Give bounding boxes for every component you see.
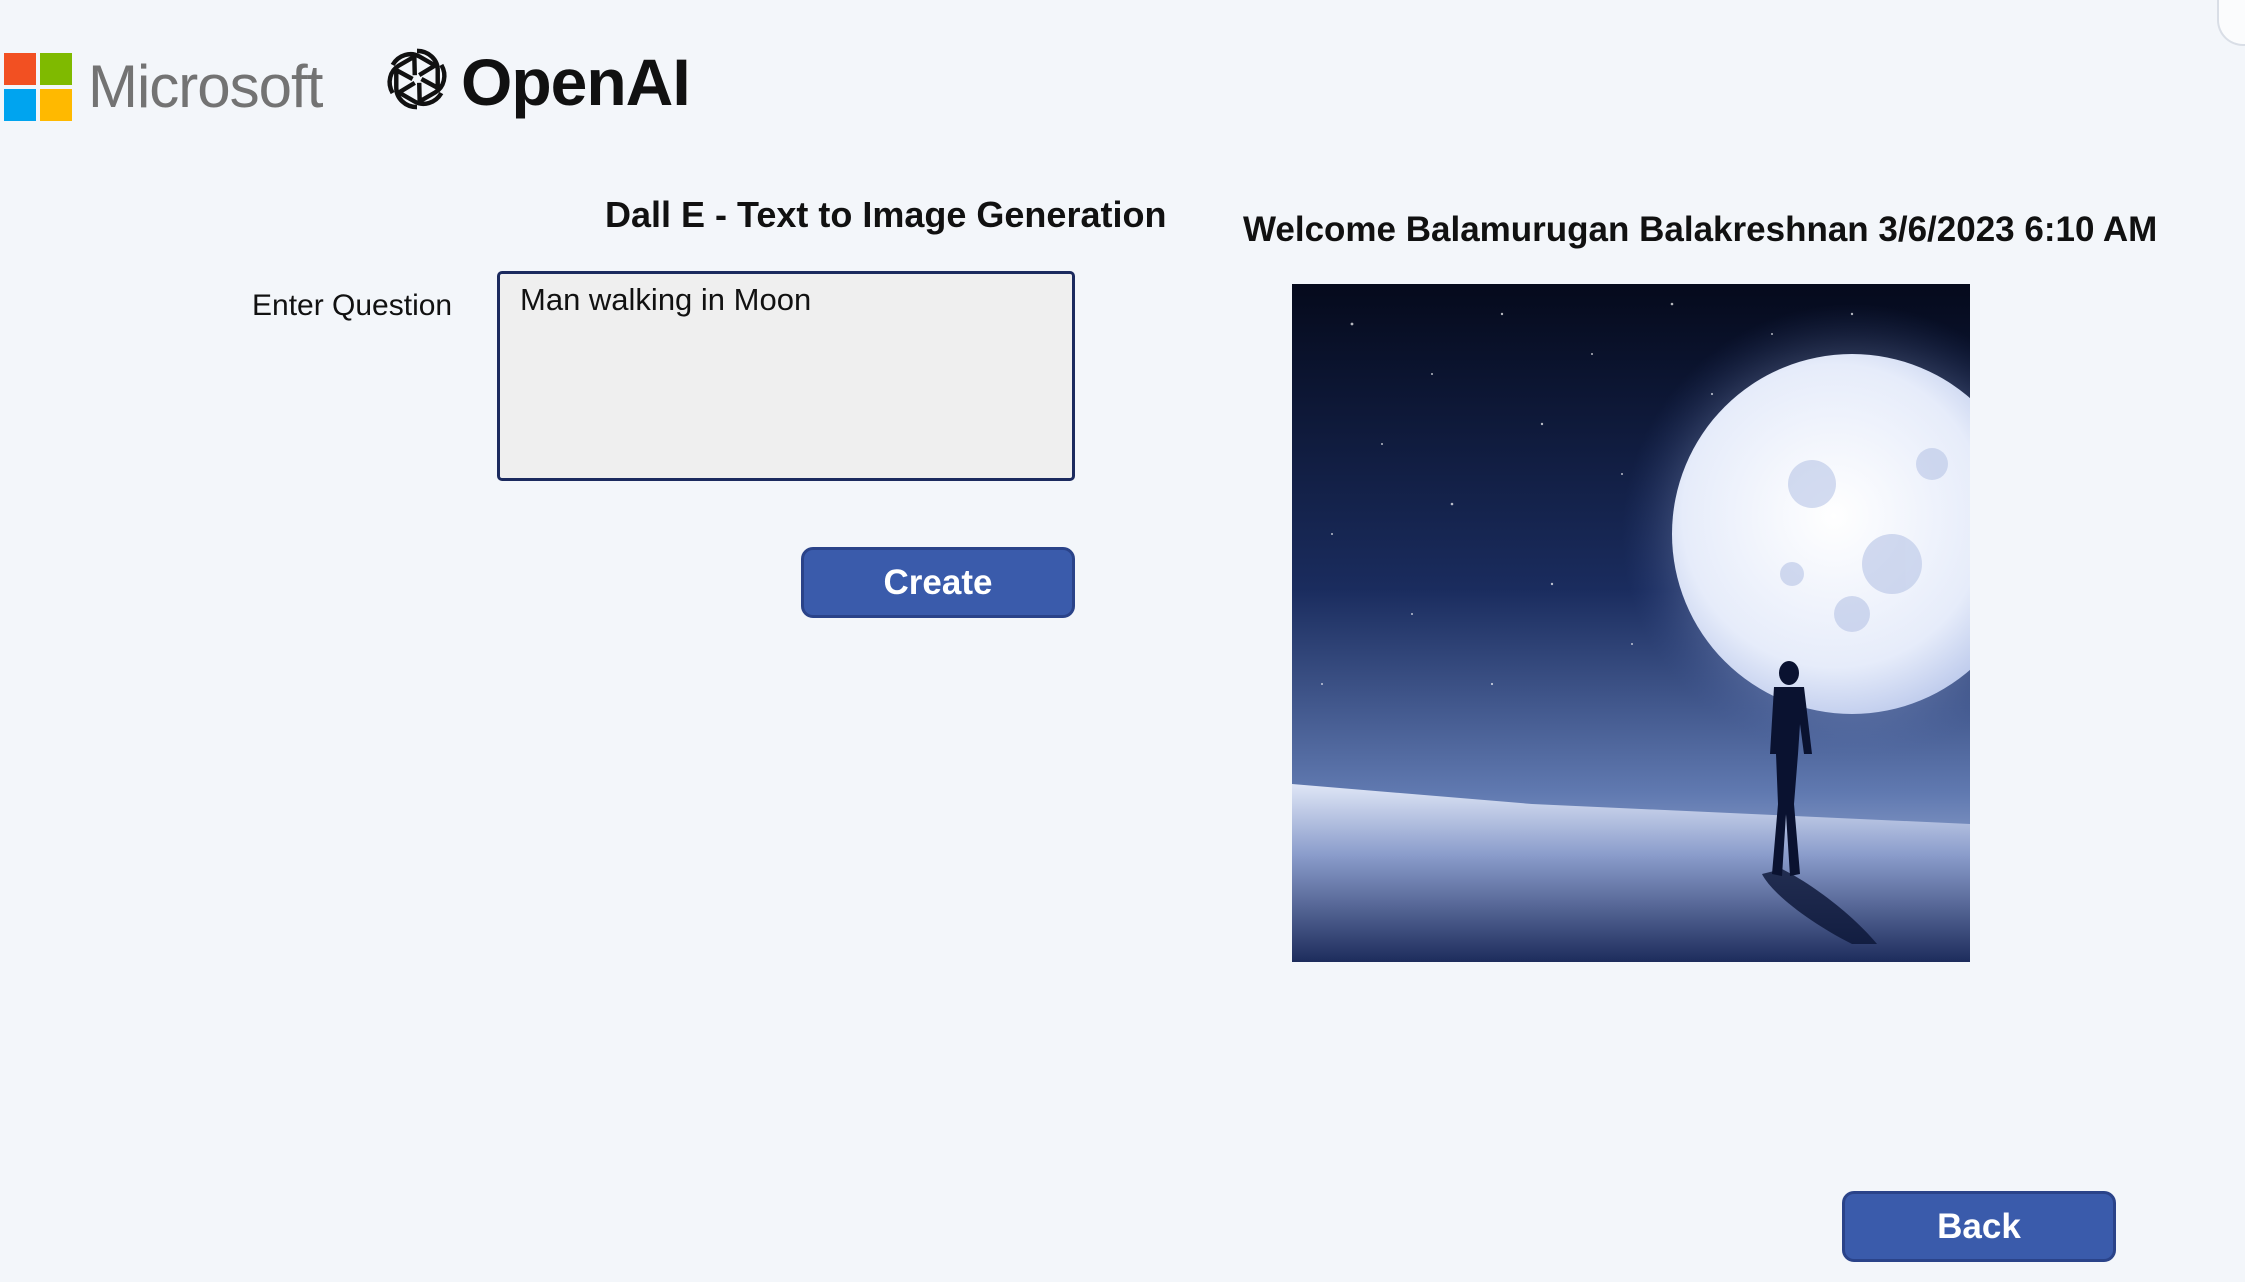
app-screen: Microsoft OpenAI Dall E - Text to Image … (0, 0, 2245, 1282)
question-input[interactable] (497, 271, 1075, 481)
openai-logo-icon (387, 48, 447, 110)
create-button[interactable]: Create (801, 547, 1075, 618)
welcome-message: Welcome Balamurugan Balakreshnan 3/6/202… (1243, 210, 2158, 249)
generated-image-graphic (1292, 284, 1970, 962)
microsoft-logo-icon (4, 53, 72, 122)
openai-wordmark: OpenAI (461, 45, 691, 119)
window-corner (2217, 0, 2245, 46)
microsoft-wordmark: Microsoft (88, 53, 323, 120)
generated-image (1292, 284, 1970, 962)
question-label: Enter Question (252, 289, 453, 322)
page-title: Dall E - Text to Image Generation (605, 194, 1167, 235)
back-button[interactable]: Back (1842, 1191, 2116, 1262)
